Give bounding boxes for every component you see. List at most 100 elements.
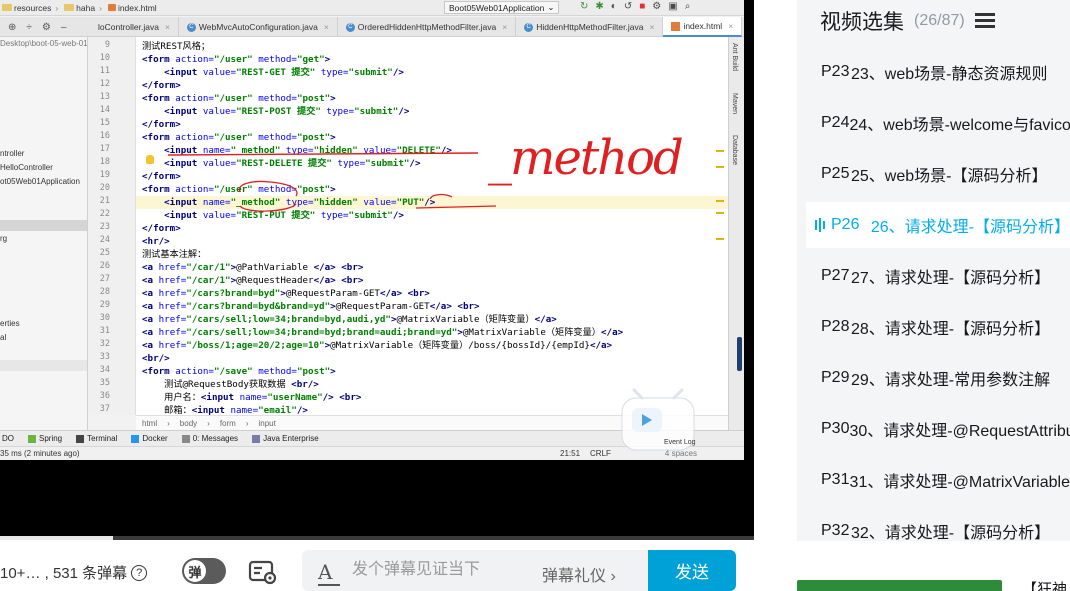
crumb-body[interactable]: body <box>180 419 197 428</box>
code-line[interactable]: </form> <box>142 79 181 92</box>
danmaku-toggle[interactable]: 弹 <box>182 558 226 584</box>
danmaku-etiquette-link[interactable]: 弹幕礼仪 › <box>542 562 616 586</box>
close-icon[interactable]: × <box>728 21 733 31</box>
event-log-label[interactable]: Event Log <box>664 439 696 446</box>
warning-marker[interactable] <box>716 150 724 152</box>
line-separator[interactable]: CRLF <box>590 449 611 458</box>
code-line[interactable]: <a href="/cars/sell;low=34;brand=byd,aud… <box>142 313 557 326</box>
code-line[interactable]: 测试REST风格； <box>142 40 210 53</box>
collapse-icon[interactable]: ÷ <box>26 22 32 33</box>
editor-tab[interactable]: C WebMvcAutoConfiguration.java × <box>179 17 338 37</box>
font-style-icon[interactable]: A <box>318 560 341 586</box>
code-line[interactable]: </form> <box>142 118 181 131</box>
code-line[interactable]: <form action="/user" method="post"> <box>142 183 336 196</box>
code-line[interactable]: 用户名：<input name="userName"/> <br> <box>142 391 361 404</box>
stop-icon[interactable]: ■ <box>639 1 645 12</box>
tool-tab-docker[interactable]: Docker <box>131 434 168 443</box>
video-player[interactable]: resources › haha › index.html Boot05Web01A… <box>0 0 754 540</box>
crumb-input[interactable]: input <box>259 419 276 428</box>
close-icon[interactable]: × <box>502 22 507 32</box>
editor-tab[interactable]: loController.java × <box>90 17 179 37</box>
code-line[interactable]: <input value="REST-GET 提交" type="submit"… <box>142 66 404 79</box>
code-line[interactable]: <a href="/cars?brand=byd&brand=yd">@Requ… <box>142 300 480 313</box>
close-icon[interactable]: × <box>324 22 329 32</box>
tool-maven[interactable]: Maven <box>731 93 738 114</box>
code-line[interactable]: <input value="REST-DELETE 提交" type="subm… <box>142 157 420 170</box>
code-line[interactable]: <a href="/car/1">@RequestHeader</a> <br> <box>142 274 363 287</box>
code-line[interactable]: <a href="/boss/1;age=20/2;age=10">@Matri… <box>142 339 612 352</box>
code-line[interactable]: <input name="_method" type="hidden" valu… <box>142 144 452 157</box>
code-editor[interactable]: 测试REST风格； <form action="/user" method="ge… <box>136 37 728 415</box>
code-line[interactable]: <a href="/cars/sell;low=34;brand=byd;bra… <box>142 326 623 339</box>
project-root[interactable]: Desktop\boot-05-web-01 <box>0 39 87 48</box>
debug-icon[interactable]: ✱ <box>595 1 603 12</box>
warning-marker[interactable] <box>716 166 724 168</box>
tool-tab-spring[interactable]: Spring <box>28 434 62 443</box>
project-item[interactable]: rg <box>0 234 7 243</box>
list-view-icon[interactable] <box>974 13 995 29</box>
code-line[interactable]: </form> <box>142 170 181 183</box>
warning-marker[interactable] <box>716 238 724 240</box>
editor-tab-active[interactable]: index.html × <box>663 17 743 37</box>
playlist-item[interactable]: P23 23、web场景-静态资源规则 <box>806 49 1070 95</box>
crumb-form[interactable]: form <box>220 419 236 428</box>
code-line[interactable]: <form action="/user" method="post"> <box>142 131 336 144</box>
playlist-item[interactable]: P30 30、请求处理-@RequestAttribute <box>806 406 1070 452</box>
code-line[interactable]: <input value="REST-PUT 提交" type="submit"… <box>142 209 404 222</box>
playlist-item-active[interactable]: P26 26、请求处理-【源码分析】 <box>806 202 1070 248</box>
structure-icon[interactable]: ▣ <box>668 1 677 12</box>
close-icon[interactable]: × <box>165 22 170 32</box>
editor-tab[interactable]: C HiddenHttpMethodFilter.java × <box>516 17 664 37</box>
recommend-thumbnail[interactable] <box>797 580 1002 591</box>
build-icon[interactable]: ⚙ <box>652 1 661 12</box>
crumb-html[interactable]: html <box>142 419 157 428</box>
cursor-position[interactable]: 21:51 <box>560 449 580 458</box>
profile-icon[interactable]: ↺ <box>624 1 632 12</box>
code-line[interactable]: <hr/> <box>142 235 170 248</box>
tool-ant-build[interactable]: Ant Build <box>731 43 738 71</box>
code-line[interactable]: <form action="/save" method="post"> <box>142 365 336 378</box>
lightbulb-icon[interactable] <box>146 155 154 164</box>
send-button[interactable]: 发送 <box>648 550 736 591</box>
playlist-item[interactable]: P29 29、请求处理-常用参数注解 <box>806 355 1070 401</box>
close-icon[interactable]: × <box>649 22 654 32</box>
project-item[interactable]: al <box>0 333 6 342</box>
project-item[interactable]: ot05Web01Application <box>0 177 80 186</box>
code-line[interactable]: </form> <box>142 222 181 235</box>
code-line[interactable]: <a href="/car/1">@PathVariable </a> <br> <box>142 261 363 274</box>
tool-tab-todo[interactable]: DO <box>2 434 14 443</box>
project-item-hover[interactable] <box>0 360 87 371</box>
run-config-select[interactable]: Boot05Web01Application ⌄ <box>444 1 560 14</box>
warning-marker[interactable] <box>716 200 724 202</box>
project-item[interactable]: erties <box>0 319 20 328</box>
playlist-item[interactable]: P27 27、请求处理-【源码分析】 <box>806 253 1070 299</box>
warning-marker[interactable] <box>716 212 724 214</box>
tool-tab-java-enterprise[interactable]: Java Enterprise <box>252 434 319 443</box>
project-item-selected[interactable] <box>0 220 87 231</box>
coverage-icon[interactable]: ◐ <box>611 1 617 12</box>
rerun-icon[interactable]: ↻ <box>580 1 588 12</box>
project-item[interactable]: ntroller <box>0 149 24 158</box>
tool-tab-messages[interactable]: 0: Messages <box>181 434 238 443</box>
playlist-item[interactable]: P24 24、web场景-welcome与favicon <box>806 100 1070 146</box>
danmaku-input[interactable] <box>352 557 532 583</box>
scrollbar-thumb[interactable] <box>737 337 742 371</box>
code-line[interactable]: <input value="REST-POST 提交" type="submit… <box>142 105 409 118</box>
danmaku-settings-icon[interactable] <box>248 559 278 585</box>
project-item[interactable]: HelloController <box>0 163 53 172</box>
code-line[interactable]: <br/> <box>142 352 170 365</box>
tool-tab-terminal[interactable]: Terminal <box>76 434 117 443</box>
code-line[interactable]: <form action="/user" method="get"> <box>142 53 330 66</box>
code-line[interactable]: 测试@RequestBody获取数据 <br/> <box>142 378 319 391</box>
tool-database[interactable]: Database <box>731 135 738 165</box>
code-line[interactable]: 测试基本注解： <box>142 248 206 261</box>
editor-tab[interactable]: C OrderedHiddenHttpMethodFilter.java × <box>338 17 517 37</box>
settings-icon[interactable]: ⚙ <box>42 22 51 33</box>
code-line-current[interactable]: <input name="_method" type="hidden" valu… <box>136 196 728 209</box>
recommend-title[interactable]: 【狂神 <box>1022 578 1067 591</box>
playlist-item[interactable]: P25 25、web场景-【源码分析】 <box>806 151 1070 197</box>
playlist-item[interactable]: P32 32、请求处理-【源码分析】 <box>806 508 1070 541</box>
code-line[interactable]: <a href="/cars?brand=byd">@RequestParam-… <box>142 287 430 300</box>
code-line[interactable]: 邮箱：<input name="email"/> <box>142 404 308 415</box>
hide-icon[interactable]: – <box>61 22 67 33</box>
